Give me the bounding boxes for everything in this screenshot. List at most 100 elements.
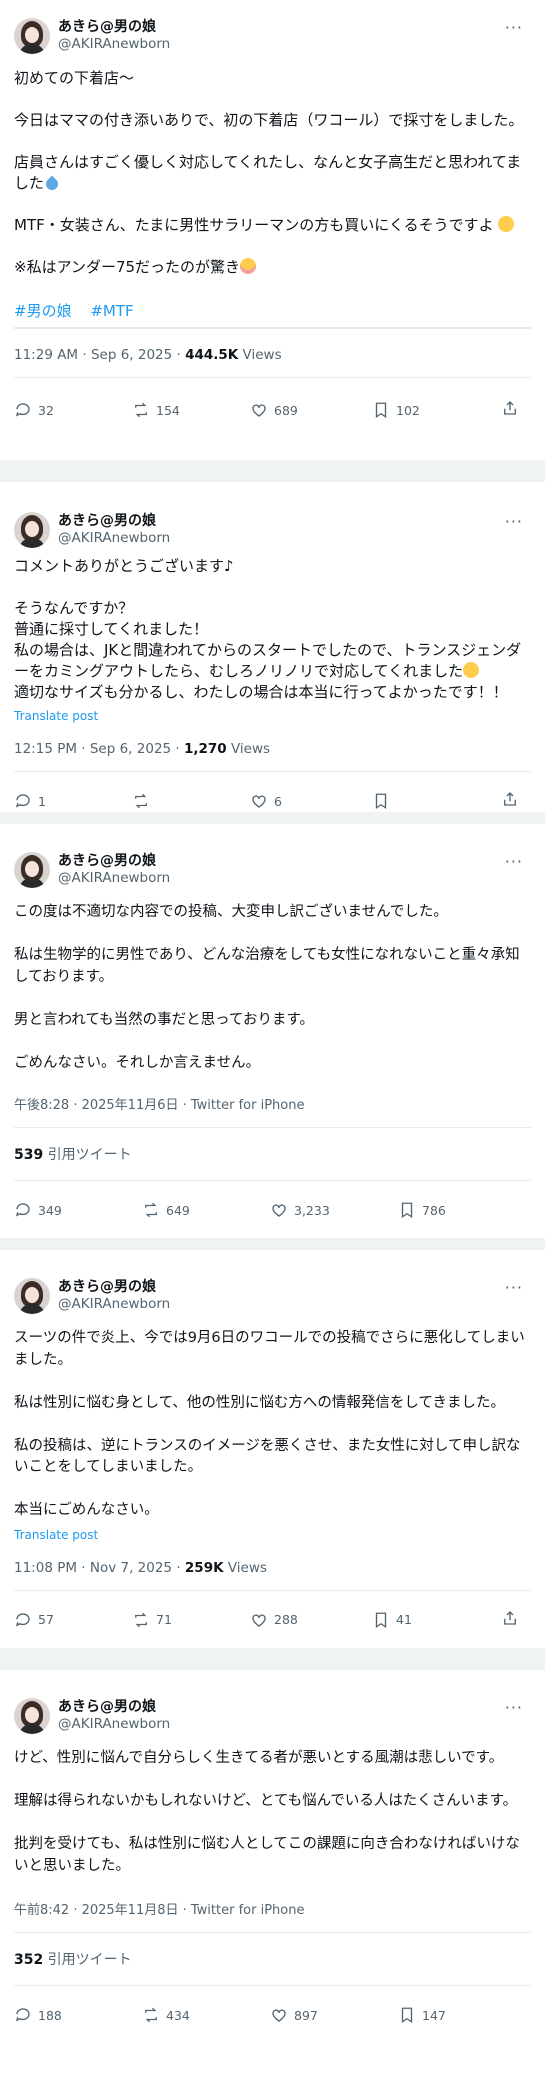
view-count: 444.5K xyxy=(185,347,239,363)
timestamp[interactable]: 午後8:28 · 2025年11月6日 · Twitter for iPhone xyxy=(14,1098,304,1113)
tweet-header: あきら@男の娘 @AKIRAnewborn xyxy=(14,1694,531,1738)
water-drops-emoji-icon xyxy=(43,175,61,193)
more-options-icon[interactable]: ··· xyxy=(505,1278,523,1297)
heart-icon xyxy=(252,404,266,417)
quote-tweets[interactable]: 539 引用ツイート xyxy=(14,1128,531,1180)
hashtags: #男の娘 #MTF xyxy=(14,300,531,321)
tweet-meta: 午後8:28 · 2025年11月6日 · Twitter for iPhone xyxy=(14,1094,531,1127)
repost-icon xyxy=(145,1202,157,1218)
tweet-meta: 11:08 PM · Nov 7, 2025 · 259K Views xyxy=(14,1560,531,1590)
more-options-icon[interactable]: ··· xyxy=(505,18,523,37)
laughing-emoji-icon xyxy=(463,662,480,678)
user-handle[interactable]: @AKIRAnewborn xyxy=(58,1716,170,1733)
translate-post-link[interactable]: Translate post xyxy=(14,709,531,723)
more-options-icon[interactable]: ··· xyxy=(505,852,523,871)
view-count: 1,270 xyxy=(184,741,227,757)
display-name[interactable]: あきら@男の娘 xyxy=(58,513,170,531)
display-name[interactable]: あきら@男の娘 xyxy=(58,853,170,871)
bookmark-button[interactable]: 786 xyxy=(398,1201,446,1219)
reply-button[interactable]: 1 xyxy=(14,792,132,810)
avatar[interactable] xyxy=(14,512,50,548)
heart-icon xyxy=(272,2009,286,2022)
user-handle[interactable]: @AKIRAnewborn xyxy=(58,870,170,887)
repost-icon xyxy=(145,2007,157,2023)
hashtag-link[interactable]: #男の娘 xyxy=(14,302,72,320)
like-button[interactable]: 288 xyxy=(250,1611,372,1629)
quote-tweets[interactable]: 352 引用ツイート xyxy=(14,1933,531,1985)
timestamp[interactable]: 11:29 AM · Sep 6, 2025 · xyxy=(14,347,185,363)
tweet-text: スーツの件で炎上、今では9月6日のワコールでの投稿でさらに悪化してしまいました。… xyxy=(14,1330,525,1518)
views-label: Views xyxy=(238,347,282,363)
tweet-3[interactable]: あきら@男の娘 @AKIRAnewborn ··· この度は不適切な内容での投稿… xyxy=(0,824,545,1238)
repost-icon xyxy=(135,793,147,809)
views-label: Views xyxy=(223,1559,267,1576)
share-icon xyxy=(504,1610,516,1625)
separator xyxy=(0,1648,545,1670)
share-button[interactable] xyxy=(501,399,519,421)
tweet-text: 初めての下着店〜 今日はママの付き添いありで、初の下着店（ワコール）で採寸をしま… xyxy=(14,69,524,276)
hashtag-link[interactable]: #MTF xyxy=(90,302,133,320)
user-handle[interactable]: @AKIRAnewborn xyxy=(58,36,170,53)
view-count: 259K xyxy=(184,1559,224,1576)
like-button[interactable]: 897 xyxy=(270,2006,398,2024)
display-name[interactable]: あきら@男の娘 xyxy=(58,19,170,37)
separator xyxy=(0,460,545,482)
bookmark-button[interactable]: 147 xyxy=(398,2006,446,2024)
reply-button[interactable]: 188 xyxy=(14,2006,142,2024)
repost-button[interactable]: 434 xyxy=(142,2006,270,2024)
like-button[interactable]: 689 xyxy=(250,401,372,419)
like-button[interactable]: 3,233 xyxy=(270,1201,398,1219)
repost-icon xyxy=(135,402,147,418)
bookmark-icon xyxy=(375,402,387,419)
repost-button[interactable]: 649 xyxy=(142,1201,270,1219)
bookmark-button[interactable] xyxy=(372,792,396,810)
views-label: Views xyxy=(226,741,271,757)
action-bar: 32 154 689 102 xyxy=(14,378,531,442)
user-handle[interactable]: @AKIRAnewborn xyxy=(58,530,170,547)
display-name[interactable]: あきら@男の娘 xyxy=(58,1279,170,1297)
divider xyxy=(14,327,531,329)
tweet-2[interactable]: あきら@男の娘 @AKIRAnewborn ··· コメントありがとうございます… xyxy=(0,482,545,812)
heart-icon xyxy=(252,1613,266,1627)
user-handle[interactable]: @AKIRAnewborn xyxy=(58,1296,170,1313)
action-bar: 349 649 3,233 786 xyxy=(14,1181,531,1239)
tweet-header: あきら@男の娘 @AKIRAnewborn xyxy=(14,14,531,58)
share-icon xyxy=(504,792,516,806)
repost-button[interactable] xyxy=(132,792,250,810)
bookmark-icon xyxy=(375,1612,387,1628)
reply-button[interactable]: 57 xyxy=(14,1611,132,1629)
reply-button[interactable]: 349 xyxy=(14,1201,142,1219)
repost-button[interactable]: 154 xyxy=(132,401,250,419)
laughing-emoji-icon xyxy=(498,216,515,232)
share-button[interactable] xyxy=(501,1609,519,1631)
more-options-icon[interactable]: ··· xyxy=(505,512,523,531)
bookmark-button[interactable]: 102 xyxy=(372,401,420,419)
timestamp[interactable]: 12:15 PM · Sep 6, 2025 · xyxy=(14,741,184,757)
share-button[interactable] xyxy=(501,790,519,812)
tweet-meta: 12:15 PM · Sep 6, 2025 · 1,270 Views xyxy=(14,741,531,771)
reply-button[interactable]: 32 xyxy=(14,401,132,419)
avatar[interactable] xyxy=(14,1698,50,1734)
avatar[interactable] xyxy=(14,1278,50,1314)
tweet-text: けど、性別に悩んで自分らしく生きてる者が悪いとする風潮は悲しいです。 理解は得ら… xyxy=(14,1750,520,1874)
tweet-5[interactable]: あきら@男の娘 @AKIRAnewborn ··· けど、性別に悩んで自分らしく… xyxy=(0,1670,545,2084)
tweet-4[interactable]: あきら@男の娘 @AKIRAnewborn ··· スーツの件で炎上、今では9月… xyxy=(0,1250,545,1648)
bookmark-icon xyxy=(401,1202,413,1219)
timestamp[interactable]: 11:08 PM · Nov 7, 2025 · xyxy=(14,1560,185,1576)
reply-icon xyxy=(15,1203,30,1217)
avatar[interactable] xyxy=(14,852,50,888)
avatar[interactable] xyxy=(14,18,50,54)
bookmark-button[interactable]: 41 xyxy=(372,1611,412,1629)
tweet-text: この度は不適切な内容での投稿、大変申し訳ございませんでした。 私は生物学的に男性… xyxy=(14,904,520,1071)
repost-icon xyxy=(135,1612,147,1627)
more-options-icon[interactable]: ··· xyxy=(505,1698,523,1717)
repost-button[interactable]: 71 xyxy=(132,1611,250,1629)
timestamp[interactable]: 午前8:42 · 2025年11月8日 · Twitter for iPhone xyxy=(14,1903,304,1918)
display-name[interactable]: あきら@男の娘 xyxy=(58,1699,170,1717)
bookmark-icon xyxy=(401,2007,413,2024)
tweet-meta: 午前8:42 · 2025年11月8日 · Twitter for iPhone xyxy=(14,1899,531,1932)
heart-icon xyxy=(272,1204,286,1217)
translate-post-link[interactable]: Translate post xyxy=(14,1528,531,1542)
like-button[interactable]: 6 xyxy=(250,792,372,810)
tweet-1[interactable]: あきら@男の娘 @AKIRAnewborn ··· 初めての下着店〜 今日はママ… xyxy=(0,0,545,460)
